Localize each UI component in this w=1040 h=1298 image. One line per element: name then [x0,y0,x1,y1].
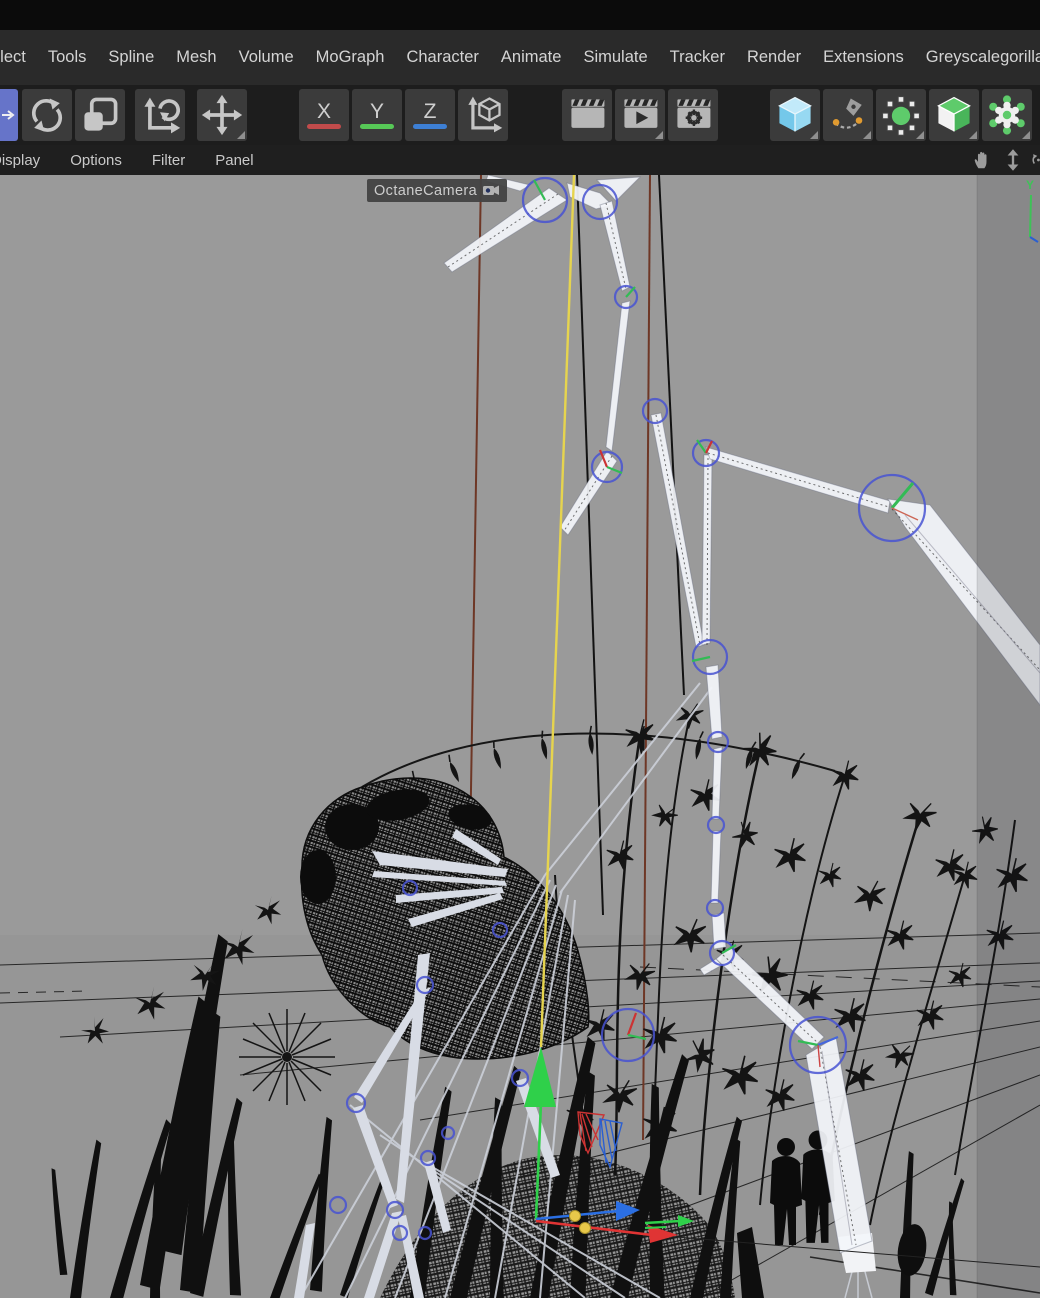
menu-greyscalegorilla[interactable]: Greyscalegorilla [926,48,1040,67]
menu-character[interactable]: Character [406,48,478,67]
menu-tracker[interactable]: Tracker [670,48,725,67]
viewport-scene [0,175,1040,1298]
scale-tool-button[interactable] [75,89,125,141]
menu-render[interactable]: Render [747,48,801,67]
menu-mesh[interactable]: Mesh [176,48,216,67]
render-settings-button[interactable] [668,89,718,141]
axis-x-underline [307,124,341,129]
menu-mograph[interactable]: MoGraph [316,48,385,67]
viewport-menubar: Display Options Filter Panel [0,145,1040,175]
coordinate-system-button[interactable] [458,89,508,141]
viewport-menu-panel[interactable]: Panel [215,152,253,169]
camera-label[interactable]: OctaneCamera [367,179,507,202]
camera-label-text: OctaneCamera [374,183,477,199]
viewport-nav-icons [972,145,1040,175]
gizmo-handle-dot[interactable] [570,1211,581,1222]
render-view-icon [565,93,609,137]
menu-spline[interactable]: Spline [108,48,154,67]
menu-volume[interactable]: Volume [239,48,294,67]
menu-tools[interactable]: Tools [48,48,87,67]
menu-animate[interactable]: Animate [501,48,562,67]
flyout-corner [863,131,871,139]
axis-y-underline [360,124,394,129]
axis-z-label: Z [424,102,437,122]
axis-z-underline [413,124,447,129]
menu-extensions[interactable]: Extensions [823,48,904,67]
coordinate-system-icon [461,93,505,137]
rotate-icon [25,93,69,137]
axis-x-label: X [317,102,331,122]
flyout-corner [237,131,245,139]
render-view-button[interactable] [562,89,612,141]
axis-y-label: Y [370,102,384,122]
coordinate-rotate-tool-button[interactable] [135,89,185,141]
axis-indicator-label: Y [1020,178,1040,192]
window-titlebar [0,0,1040,30]
dolly-vertical-icon[interactable] [1004,149,1022,171]
flyout-corner [969,131,977,139]
add-cube-button[interactable] [770,89,820,141]
gizmo-handle-dot[interactable] [580,1223,591,1234]
flyout-corner [810,131,818,139]
menu-select[interactable]: Select [0,48,26,67]
active-tool-button[interactable] [0,89,18,141]
flyout-corner [1022,131,1030,139]
axis-rotate-icon [138,93,182,137]
viewport-menu-options[interactable]: Options [70,152,122,169]
spline-primitives-button[interactable] [876,89,926,141]
3d-viewport[interactable]: OctaneCamera Y [0,175,1040,1298]
move-tool-button[interactable] [197,89,247,141]
flyout-corner [655,131,663,139]
deformers-button[interactable] [982,89,1032,141]
render-settings-icon [671,93,715,137]
menu-simulate[interactable]: Simulate [583,48,647,67]
main-toolbar: X Y Z [0,85,1040,145]
move-arrow-icon [2,108,16,122]
pen-spline-button[interactable] [823,89,873,141]
scale-icon [78,93,122,137]
generators-button[interactable] [929,89,979,141]
rotate-tool-button[interactable] [22,89,72,141]
dandelion-head [239,1009,335,1105]
viewport-menu-display[interactable]: Display [0,152,40,169]
viewport-menu-filter[interactable]: Filter [152,152,185,169]
main-menubar: Select Tools Spline Mesh Volume MoGraph … [0,30,1040,85]
render-picture-viewer-button[interactable] [615,89,665,141]
camera-icon [483,184,500,197]
axis-lock-x-button[interactable]: X [299,89,349,141]
axis-lock-z-button[interactable]: Z [405,89,455,141]
viewport-right-shade [977,175,1040,1298]
orbit-icon[interactable] [1032,149,1040,171]
pan-hand-icon[interactable] [972,149,994,171]
axis-lock-y-button[interactable]: Y [352,89,402,141]
flyout-corner [916,131,924,139]
